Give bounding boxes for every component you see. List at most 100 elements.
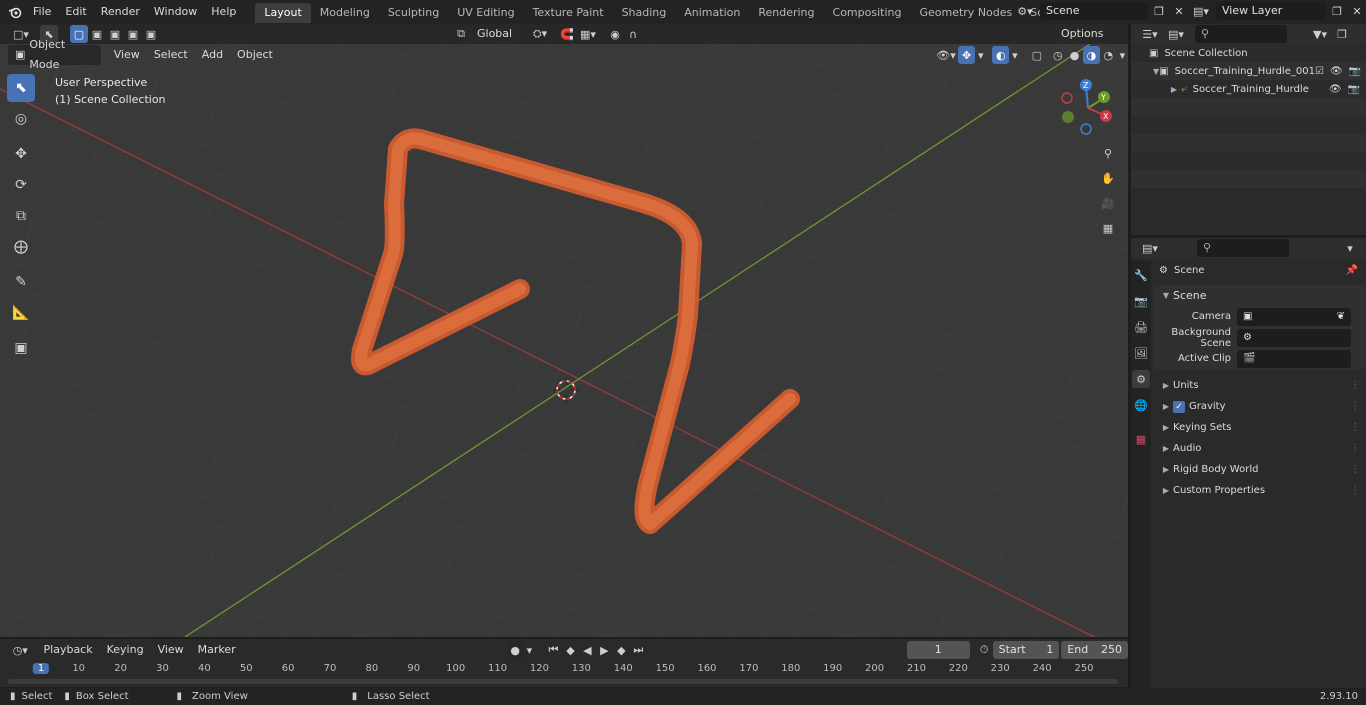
drag-handle-icon[interactable]: ⋮ <box>1350 422 1360 433</box>
navigation-gizmo[interactable]: Z Y X <box>1058 76 1118 140</box>
scale-tool-icon[interactable]: ⧉ <box>7 202 35 230</box>
gravity-checkbox[interactable]: ✓ <box>1173 400 1185 413</box>
view-layer-close-icon[interactable]: ✕ <box>1348 2 1366 20</box>
timeline-menu-marker[interactable]: Marker <box>191 639 243 661</box>
falloff-icon[interactable]: ∩ <box>624 25 642 43</box>
end-frame-field[interactable]: End 250 <box>1061 641 1129 659</box>
menu-render[interactable]: Render <box>94 0 147 24</box>
shading-menu-icon[interactable]: ▾ <box>1117 46 1128 64</box>
properties-options-icon[interactable]: ▾ <box>1341 239 1359 257</box>
menu-help[interactable]: Help <box>204 0 243 24</box>
active-clip-field[interactable]: 🎬 <box>1237 349 1351 368</box>
stopwatch-icon[interactable]: ⏱ <box>976 641 993 659</box>
outliner-row-hurdle-collection[interactable]: ▼ ▣ Soccer_Training_Hurdle_001 ☑ 👁 📷 <box>1131 62 1366 80</box>
add-cube-tool-icon[interactable]: ▣ <box>7 334 35 362</box>
outliner-row-scene-collection[interactable]: ▣ Scene Collection <box>1131 44 1366 62</box>
keying-sets-panel-header[interactable]: ▶ Keying Sets ⋮ <box>1153 417 1366 438</box>
pan-hand-icon[interactable]: ✋ <box>1098 168 1118 188</box>
camera-render-icon[interactable]: 📷 <box>1349 66 1361 77</box>
expand-right-icon[interactable]: ▶ <box>1167 85 1181 94</box>
blender-logo-icon[interactable] <box>4 3 26 21</box>
drag-handle-icon[interactable]: ⋮ <box>1350 464 1360 475</box>
pin-icon[interactable]: 📌 <box>1346 265 1358 276</box>
jump-start-icon[interactable]: ⏮ <box>545 641 562 659</box>
select-intersect-icon[interactable]: ▣ <box>142 25 160 43</box>
timeline-editor-type-icon[interactable]: ◷▾ <box>8 641 33 659</box>
options-dropdown[interactable]: Options <box>1054 24 1111 44</box>
rigid-body-world-panel-header[interactable]: ▶ Rigid Body World ⋮ <box>1153 459 1366 480</box>
properties-editor-type-icon[interactable]: ▤▾ <box>1137 239 1163 257</box>
snap-target-icon[interactable]: ▦▾ <box>576 25 600 43</box>
tab-texture-paint[interactable]: Texture Paint <box>524 3 613 23</box>
measure-tool-icon[interactable]: 📐 <box>7 299 35 327</box>
scene-tab-icon[interactable]: ⚙ <box>1132 370 1150 388</box>
background-scene-field[interactable]: ⚙ <box>1237 328 1351 347</box>
drag-handle-icon[interactable]: ⋮ <box>1350 401 1360 412</box>
snap-toggle-icon[interactable]: 🧲 <box>558 25 576 43</box>
drag-handle-icon[interactable]: ⋮ <box>1350 485 1360 496</box>
tab-uv-editing[interactable]: UV Editing <box>448 3 523 23</box>
drag-handle-icon[interactable]: ⋮ <box>1350 380 1360 391</box>
material-shading-icon[interactable]: ◑ <box>1083 46 1100 64</box>
menu-window[interactable]: Window <box>147 0 204 24</box>
transform-orientation-dropdown[interactable]: Global <box>470 24 522 44</box>
record-options-icon[interactable]: ▾ <box>524 641 535 659</box>
pivot-point-icon[interactable]: ⛭▾ <box>528 25 552 43</box>
prev-keyframe-icon[interactable]: ◆ <box>562 641 579 659</box>
jump-end-icon[interactable]: ⏭ <box>630 641 647 659</box>
viewport-menu-add[interactable]: Add <box>195 45 230 65</box>
timeline-menu-playback[interactable]: Playback <box>37 639 100 661</box>
drag-handle-icon[interactable]: ⋮ <box>1350 443 1360 454</box>
object-mode-dropdown[interactable]: ▣ Object Mode <box>8 38 101 71</box>
orientation-icon[interactable]: ⧉ <box>452 25 470 43</box>
outliner-editor-type-icon[interactable]: ☰▾ <box>1137 25 1163 43</box>
proportional-edit-icon[interactable]: ◉ <box>606 25 624 43</box>
overlay-toggle-icon[interactable]: ◐ <box>992 46 1010 64</box>
timeline-menu-view[interactable]: View <box>151 639 191 661</box>
menu-edit[interactable]: Edit <box>58 0 93 24</box>
exclude-checkbox-icon[interactable]: ☑ <box>1315 66 1324 77</box>
scene-name-field[interactable]: Scene <box>1040 2 1148 20</box>
tab-rendering[interactable]: Rendering <box>749 3 823 23</box>
camera-field[interactable]: ▣ ❦ <box>1237 307 1351 326</box>
display-mode-icon[interactable]: ▤▾ <box>1163 25 1189 43</box>
current-frame-marker[interactable]: 1 <box>32 663 50 674</box>
ortho-grid-icon[interactable]: ▦ <box>1098 218 1118 238</box>
start-frame-field[interactable]: Start 1 <box>992 641 1060 659</box>
transform-tool-icon[interactable]: ⨁ <box>7 233 35 261</box>
tab-compositing[interactable]: Compositing <box>824 3 911 23</box>
view-layer-tab-icon[interactable]: 🖼 <box>1132 344 1150 362</box>
tab-geometry-nodes[interactable]: Geometry Nodes <box>910 3 1021 23</box>
hurdle-object[interactable] <box>0 44 1128 637</box>
viewport-menu-select[interactable]: Select <box>147 45 195 65</box>
visibility-icon[interactable]: 👁▾ <box>934 46 958 64</box>
3d-cursor-icon[interactable] <box>553 377 579 403</box>
current-frame-field[interactable]: 1 <box>906 641 970 659</box>
cursor-tool-icon[interactable]: ◎ <box>7 105 35 133</box>
audio-panel-header[interactable]: ▶ Audio ⋮ <box>1153 438 1366 459</box>
viewport-menu-object[interactable]: Object <box>230 45 280 65</box>
render-tab-icon[interactable]: 📷 <box>1132 292 1150 310</box>
texture-tab-icon[interactable]: ▦ <box>1132 430 1150 448</box>
outliner-row-hurdle-object[interactable]: ▶ ⤶ Soccer_Training_Hurdle 👁 📷 <box>1131 80 1366 98</box>
camera-view-icon[interactable]: 🎥 <box>1098 193 1118 213</box>
solid-shading-icon[interactable]: ● <box>1066 46 1083 64</box>
xray-icon[interactable]: ▢ <box>1028 46 1045 64</box>
scene-section-header[interactable]: ▼ Scene <box>1153 285 1366 306</box>
tab-sculpting[interactable]: Sculpting <box>379 3 448 23</box>
timeline-ruler[interactable]: 1 10 20 30 40 50 60 70 80 90 100 110 120 130 140 150 160… <box>0 661 1128 679</box>
move-tool-icon[interactable]: ✥ <box>7 140 35 168</box>
play-reverse-icon[interactable]: ◀ <box>579 641 596 659</box>
gravity-panel-header[interactable]: ▶ ✓ Gravity ⋮ <box>1153 396 1366 417</box>
record-icon[interactable]: ● <box>506 641 524 659</box>
overlay-menu-icon[interactable]: ▾ <box>1009 46 1020 64</box>
timeline-menu-keying[interactable]: Keying <box>100 639 151 661</box>
custom-properties-panel-header[interactable]: ▶ Custom Properties ⋮ <box>1153 480 1366 501</box>
rotate-tool-icon[interactable]: ⟳ <box>7 171 35 199</box>
eye-icon[interactable]: 👁 <box>1329 84 1342 95</box>
scene-close-icon[interactable]: ✕ <box>1170 2 1188 20</box>
next-keyframe-icon[interactable]: ◆ <box>613 641 630 659</box>
units-panel-header[interactable]: ▶ Units ⋮ <box>1153 375 1366 396</box>
tool-tab-icon[interactable]: 🔧 <box>1132 266 1150 284</box>
gizmo-toggle-icon[interactable]: ✥ <box>958 46 976 64</box>
